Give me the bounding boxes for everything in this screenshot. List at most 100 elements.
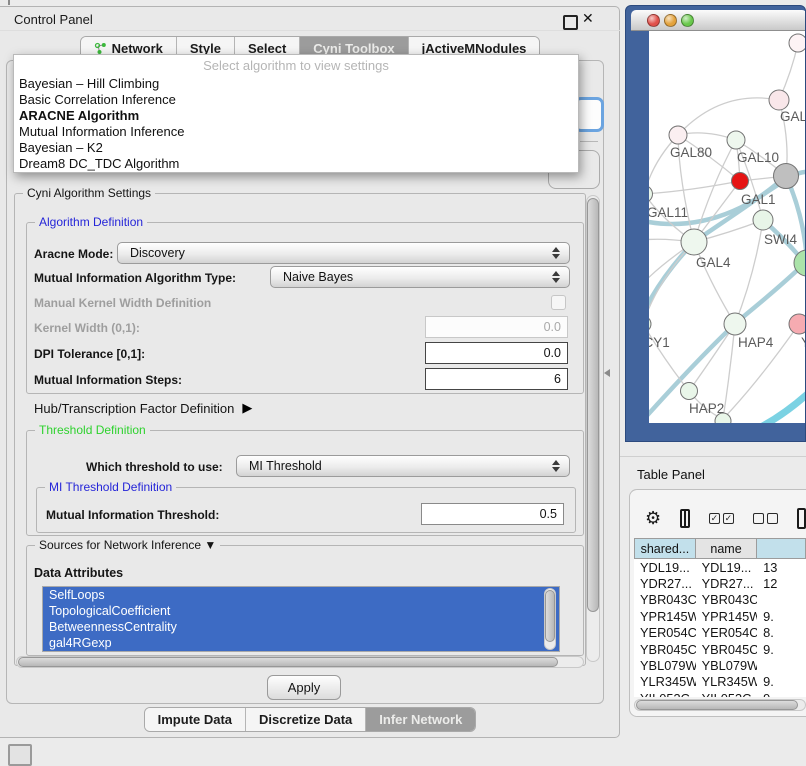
algorithm-option[interactable]: Bayesian – Hill Climbing (14, 76, 578, 92)
table-row[interactable]: YBR043CYBR043C (634, 592, 806, 608)
table-cell: YDL19... (696, 560, 758, 575)
settings-scrollbar-thumb[interactable] (587, 198, 599, 612)
traffic-light-close[interactable] (647, 14, 660, 27)
network-node[interactable] (649, 316, 651, 332)
table-row[interactable]: YLR345WYLR345W9. (634, 674, 806, 690)
attribute-list-item[interactable]: TopologicalCoefficient (43, 603, 559, 619)
mi-algorithm-type-combo[interactable]: Naive Bayes (270, 266, 570, 288)
node-label: GAL1 (741, 192, 776, 207)
traffic-light-minimize[interactable] (664, 14, 677, 27)
which-threshold-combo[interactable]: MI Threshold (236, 455, 570, 477)
algorithm-option[interactable]: Mutual Information Inference (14, 124, 578, 140)
column-header-hidden[interactable] (757, 538, 806, 559)
table-cell: YBR043C (634, 592, 696, 607)
table-cell: 9. (757, 609, 806, 624)
gear-icon[interactable]: ⚙ (645, 509, 661, 527)
column-header-shared[interactable]: shared... (634, 538, 696, 559)
network-node[interactable] (753, 210, 773, 230)
settings-hscrollbar-thumb[interactable] (18, 657, 558, 667)
data-attributes-label: Data Attributes (34, 566, 123, 580)
float-icon[interactable] (563, 15, 578, 30)
tab-infer-network[interactable]: Infer Network (366, 708, 475, 731)
network-canvas[interactable]: GALGAL80GAL10GAL1GAL11SWI4GAL4GCY1YHAP4H… (649, 31, 806, 423)
mi-threshold-definition-legend: MI Threshold Definition (45, 480, 176, 495)
splitter-collapse-arrow-icon[interactable] (604, 369, 610, 377)
algorithm-option[interactable]: Dream8 DC_TDC Algorithm (14, 156, 578, 172)
table-cell: YDR27... (634, 576, 696, 591)
select-all-icon[interactable]: ✓ ✓ (709, 513, 734, 524)
network-node[interactable] (681, 229, 707, 255)
algorithm-option[interactable]: ARACNE Algorithm (14, 108, 578, 124)
manual-kernel-width-label: Manual Kernel Width Definition (34, 296, 211, 310)
network-node[interactable] (649, 186, 653, 203)
network-node[interactable] (789, 314, 806, 334)
expand-arrow-icon[interactable]: ▼ (204, 538, 216, 552)
network-node[interactable] (669, 126, 687, 144)
mi-algorithm-type-label: Mutual Information Algorithm Type: (34, 271, 236, 285)
sources-legend: Sources for Network Inference ▼ (35, 538, 220, 553)
kernel-width-field[interactable]: 0.0 (425, 316, 568, 338)
attribute-list-item[interactable]: SelfLoops (43, 587, 559, 603)
mi-steps-field[interactable]: 6 (425, 368, 568, 390)
combo-spinner-icon (552, 271, 560, 283)
node-label: SWI4 (764, 232, 797, 247)
table-hscrollbar-thumb[interactable] (636, 700, 798, 710)
attribute-list-scrollbar-thumb[interactable] (545, 590, 555, 642)
combo-spinner-icon (552, 460, 560, 472)
traffic-light-zoom[interactable] (681, 14, 694, 27)
table-cell: YBL079W (696, 658, 758, 673)
network-window-titlebar[interactable] (631, 10, 806, 31)
titlebar-divider (0, 30, 620, 31)
table-row[interactable]: YPR145WYPR145W9. (634, 608, 806, 624)
table-row[interactable]: YDR27...YDR27...12 (634, 575, 806, 591)
dropdown-placeholder: Select algorithm to view settings (14, 55, 578, 76)
columns-icon[interactable] (680, 509, 690, 528)
bottom-tab-bar: Impute Data Discretize Data Infer Network (0, 707, 620, 732)
hub-definition-toggle[interactable]: Hub/Transcription Factor Definition ▶ (34, 400, 252, 416)
checked-box-icon: ✓ (709, 513, 720, 524)
table-row[interactable]: YIL053CYIL053C9 (634, 690, 806, 697)
network-edge (649, 261, 806, 423)
attribute-list-item[interactable]: gal4RGexp (43, 635, 559, 651)
table-row[interactable]: YER054CYER054C8. (634, 625, 806, 641)
section-divider (620, 456, 806, 457)
network-edge (678, 98, 779, 135)
aracne-mode-combo[interactable]: Discovery (117, 242, 570, 264)
network-node[interactable] (681, 383, 698, 400)
node-label: GAL4 (696, 255, 731, 270)
network-node[interactable] (724, 313, 746, 335)
table-cell: YPR145W (634, 609, 696, 624)
close-icon[interactable]: ✕ (582, 10, 594, 27)
table-row[interactable]: YBR045CYBR045C9. (634, 641, 806, 657)
table-cell: 13 (757, 560, 806, 575)
mi-threshold-field[interactable]: 0.5 (421, 503, 564, 525)
network-node[interactable] (789, 34, 806, 52)
tab-impute-data[interactable]: Impute Data (145, 708, 246, 731)
tab-label: Discretize Data (259, 711, 352, 728)
apply-button[interactable]: Apply (267, 675, 341, 700)
mi-threshold-label: Mutual Information Threshold: (46, 508, 219, 522)
network-node[interactable] (732, 173, 749, 190)
deselect-all-icon[interactable] (753, 513, 778, 524)
network-node[interactable] (727, 131, 745, 149)
node-label: GCY1 (649, 335, 670, 350)
combo-spinner-icon (552, 247, 560, 259)
minimized-panel-icon[interactable] (8, 744, 32, 766)
network-edge (649, 242, 694, 331)
tab-discretize-data[interactable]: Discretize Data (246, 708, 366, 731)
column-header-name[interactable]: name (696, 538, 758, 559)
attribute-list-item[interactable]: BetweennessCentrality (43, 619, 559, 635)
table-row[interactable]: YDL19...YDL19...13 (634, 559, 806, 575)
algorithm-option[interactable]: Basic Correlation Inference (14, 92, 578, 108)
network-node[interactable] (769, 90, 789, 110)
network-node[interactable] (774, 164, 799, 189)
table-row[interactable]: YBL079WYBL079W (634, 657, 806, 673)
algorithm-option[interactable]: Bayesian – K2 (14, 140, 578, 156)
dpi-tolerance-field[interactable]: 0.0 (425, 342, 568, 364)
network-view-window: GALGAL80GAL10GAL1GAL11SWI4GAL4GCY1YHAP4H… (625, 5, 806, 442)
table-cell: 9 (757, 691, 806, 697)
table-doc-icon[interactable] (797, 508, 806, 529)
manual-kernel-width-checkbox[interactable] (551, 295, 566, 310)
node-label: GAL10 (737, 150, 779, 165)
data-attributes-list[interactable]: SelfLoopsTopologicalCoefficientBetweenne… (42, 586, 560, 652)
